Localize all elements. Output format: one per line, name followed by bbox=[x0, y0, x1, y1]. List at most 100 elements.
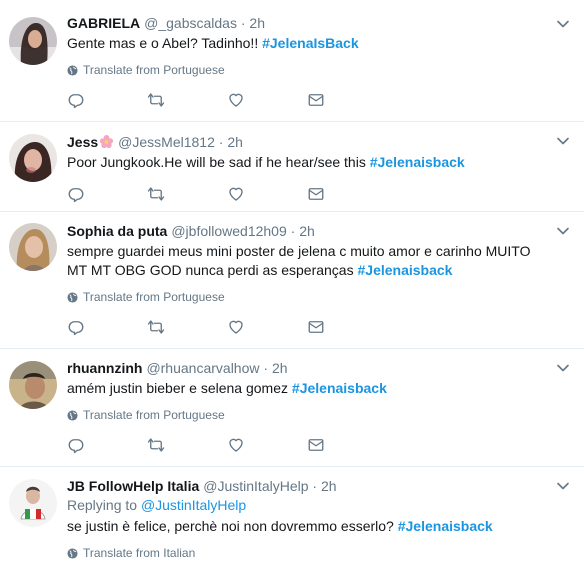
flower-emoji-icon bbox=[100, 134, 114, 149]
tweet[interactable]: Jess @JessMel1812 · 2h Poor Jungkook.He w… bbox=[0, 122, 584, 212]
dm-button[interactable] bbox=[307, 436, 387, 454]
dm-button[interactable] bbox=[307, 318, 387, 336]
like-button[interactable] bbox=[227, 318, 307, 336]
globe-icon bbox=[67, 547, 78, 559]
separator: · bbox=[263, 360, 269, 376]
chevron-down-icon[interactable] bbox=[556, 134, 570, 148]
tweet-text: se justin è felice, perchè noi non dovre… bbox=[67, 517, 554, 536]
chevron-down-icon[interactable] bbox=[556, 361, 570, 375]
heart-icon bbox=[229, 438, 243, 452]
tweet[interactable]: Sophia da puta @jbfollowed12h09 · 2h semp… bbox=[0, 212, 584, 349]
tweet-actions bbox=[67, 91, 554, 109]
reply-button[interactable] bbox=[67, 185, 147, 203]
reply-button[interactable] bbox=[67, 318, 147, 336]
tweet[interactable]: JB FollowHelp Italia @JustinItalyHelp · 2… bbox=[0, 467, 584, 585]
tweet-body: sempre guardei meus mini poster de jelen… bbox=[67, 243, 531, 278]
tweet-body: amém justin bieber e selena gomez bbox=[67, 380, 292, 396]
separator: · bbox=[312, 478, 318, 494]
like-button[interactable] bbox=[227, 436, 307, 454]
chevron-down-icon[interactable] bbox=[556, 479, 570, 493]
display-name[interactable]: Jess bbox=[67, 134, 98, 150]
translate-label: Translate from Portuguese bbox=[83, 63, 225, 77]
envelope-icon bbox=[308, 94, 324, 106]
translate-link[interactable]: Translate from Italian bbox=[67, 546, 554, 560]
tweet-actions bbox=[67, 185, 554, 203]
retweet-icon bbox=[147, 187, 165, 201]
timestamp[interactable]: 2h bbox=[272, 360, 288, 376]
user-handle[interactable]: @JessMel1812 bbox=[118, 134, 215, 150]
like-button[interactable] bbox=[227, 91, 307, 109]
timestamp[interactable]: 2h bbox=[227, 134, 243, 150]
tweet[interactable]: GABRIELA @_gabscaldas · 2h Gente mas e o … bbox=[0, 0, 584, 122]
timestamp[interactable]: 2h bbox=[321, 478, 337, 494]
hashtag-link[interactable]: #Jelenaisback bbox=[292, 380, 387, 396]
chevron-down-icon[interactable] bbox=[556, 17, 570, 31]
tweet-header: Sophia da puta @jbfollowed12h09 · 2h bbox=[67, 222, 554, 240]
avatar[interactable] bbox=[9, 17, 57, 65]
translate-link[interactable]: Translate from Portuguese bbox=[67, 63, 554, 77]
timestamp[interactable]: 2h bbox=[299, 223, 315, 239]
user-handle[interactable]: @JustinItalyHelp bbox=[203, 478, 308, 494]
heart-icon bbox=[229, 320, 243, 334]
display-name[interactable]: rhuannzinh bbox=[67, 360, 142, 376]
tweet-header: rhuannzinh @rhuancarvalhow · 2h bbox=[67, 359, 554, 377]
chevron-down-icon[interactable] bbox=[556, 224, 570, 238]
envelope-icon bbox=[308, 188, 324, 200]
tweet-body: Poor Jungkook.He will be sad if he hear/… bbox=[67, 154, 370, 170]
translate-link[interactable]: Translate from Portuguese bbox=[67, 290, 554, 304]
reply-icon bbox=[68, 94, 84, 109]
translate-label: Translate from Italian bbox=[83, 546, 196, 560]
retweet-button[interactable] bbox=[147, 91, 227, 109]
hashtag-link[interactable]: #Jelenaisback bbox=[358, 262, 453, 278]
user-handle[interactable]: @jbfollowed12h09 bbox=[171, 223, 286, 239]
envelope-icon bbox=[308, 321, 324, 333]
retweet-icon bbox=[147, 438, 165, 452]
dm-button[interactable] bbox=[307, 185, 387, 203]
retweet-button[interactable] bbox=[147, 185, 227, 203]
replying-to-link[interactable]: @JustinItalyHelp bbox=[141, 497, 246, 513]
avatar[interactable] bbox=[9, 223, 57, 271]
tweet-actions bbox=[67, 318, 554, 336]
tweet-text: sempre guardei meus mini poster de jelen… bbox=[67, 242, 554, 280]
tweet-text: amém justin bieber e selena gomez #Jelen… bbox=[67, 379, 554, 398]
tweet-header: Jess @JessMel1812 · 2h bbox=[67, 133, 554, 151]
avatar[interactable] bbox=[9, 134, 57, 182]
reply-icon bbox=[68, 439, 84, 454]
display-name[interactable]: GABRIELA bbox=[67, 15, 140, 31]
reply-button[interactable] bbox=[67, 436, 147, 454]
globe-icon bbox=[67, 409, 78, 421]
globe-icon bbox=[67, 291, 78, 303]
avatar[interactable] bbox=[9, 361, 57, 409]
display-name[interactable]: JB FollowHelp Italia bbox=[67, 478, 199, 494]
translate-label: Translate from Portuguese bbox=[83, 408, 225, 422]
dm-button[interactable] bbox=[307, 91, 387, 109]
timestamp[interactable]: 2h bbox=[249, 15, 265, 31]
retweet-button[interactable] bbox=[147, 318, 227, 336]
translate-link[interactable]: Translate from Portuguese bbox=[67, 408, 554, 422]
tweet-feed: GABRIELA @_gabscaldas · 2h Gente mas e o … bbox=[0, 0, 584, 585]
tweet-text: Poor Jungkook.He will be sad if he hear/… bbox=[67, 153, 554, 172]
tweet-actions bbox=[67, 436, 554, 454]
retweet-button[interactable] bbox=[147, 436, 227, 454]
translate-label: Translate from Portuguese bbox=[83, 290, 225, 304]
tweet[interactable]: rhuannzinh @rhuancarvalhow · 2h amém just… bbox=[0, 349, 584, 467]
separator: · bbox=[290, 223, 296, 239]
reply-icon bbox=[68, 188, 84, 203]
user-handle[interactable]: @rhuancarvalhow bbox=[146, 360, 259, 376]
tweet-header: JB FollowHelp Italia @JustinItalyHelp · 2… bbox=[67, 477, 554, 495]
hashtag-link[interactable]: #Jelenaisback bbox=[398, 518, 493, 534]
replying-to-label: Replying to bbox=[67, 497, 141, 513]
display-name[interactable]: Sophia da puta bbox=[67, 223, 167, 239]
tweet-body: se justin è felice, perchè noi non dovre… bbox=[67, 518, 398, 534]
hashtag-link[interactable]: #JelenaIsBack bbox=[262, 35, 359, 51]
retweet-icon bbox=[147, 93, 165, 107]
avatar[interactable] bbox=[9, 479, 57, 527]
tweet-header: GABRIELA @_gabscaldas · 2h bbox=[67, 14, 554, 32]
reply-button[interactable] bbox=[67, 91, 147, 109]
like-button[interactable] bbox=[227, 185, 307, 203]
replying-to: Replying to @JustinItalyHelp bbox=[67, 497, 554, 513]
tweet-body: Gente mas e o Abel? Tadinho!! bbox=[67, 35, 263, 51]
hashtag-link[interactable]: #Jelenaisback bbox=[370, 154, 465, 170]
user-handle[interactable]: @_gabscaldas bbox=[144, 15, 237, 31]
heart-icon bbox=[229, 93, 243, 107]
